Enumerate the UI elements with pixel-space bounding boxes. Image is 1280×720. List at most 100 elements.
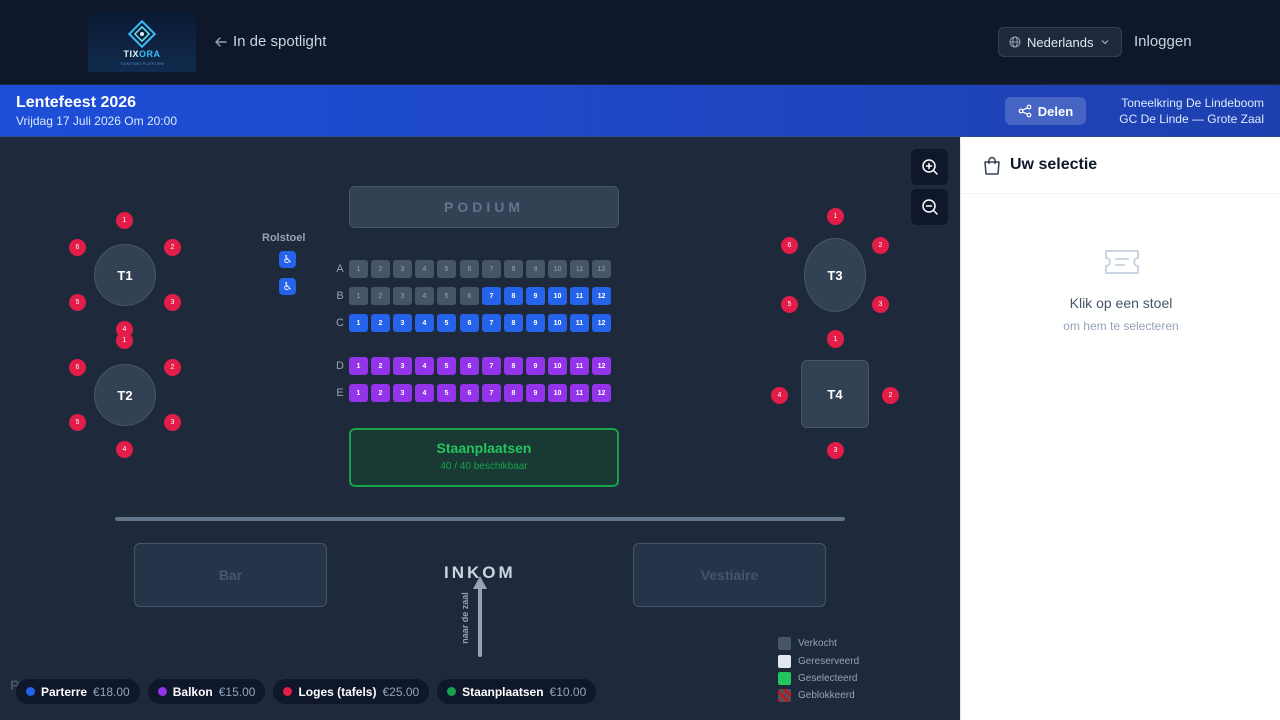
seat[interactable]: 1 xyxy=(349,287,368,305)
seat[interactable]: 11 xyxy=(570,287,589,305)
seat[interactable]: 12 xyxy=(592,384,611,402)
seat[interactable]: 4 xyxy=(415,260,434,278)
table[interactable]: T1 xyxy=(94,244,156,306)
seat[interactable]: 9 xyxy=(526,357,545,375)
zoom-out-button[interactable] xyxy=(911,189,948,225)
seat[interactable]: 3 xyxy=(393,314,412,332)
price-chip[interactable]: Staanplaatsen €10.00 xyxy=(437,679,597,704)
table-seat[interactable]: 1 xyxy=(116,212,133,229)
seat[interactable]: 2 xyxy=(371,357,390,375)
language-label: Nederlands xyxy=(1027,34,1094,50)
seat[interactable]: 11 xyxy=(570,314,589,332)
seat[interactable]: 4 xyxy=(415,384,434,402)
seat[interactable]: 2 xyxy=(371,287,390,305)
table-seat[interactable]: 3 xyxy=(164,414,181,431)
seat[interactable]: 8 xyxy=(504,384,523,402)
seat[interactable]: 3 xyxy=(393,287,412,305)
seat[interactable]: 5 xyxy=(437,260,456,278)
seat[interactable]: 5 xyxy=(437,357,456,375)
table[interactable]: T2 xyxy=(94,364,156,426)
seat[interactable]: 10 xyxy=(548,384,567,402)
seat[interactable]: 2 xyxy=(371,314,390,332)
table-seat[interactable]: 2 xyxy=(164,359,181,376)
tixora-logo[interactable]: TIXORA TICKETING PLATFORM xyxy=(88,12,196,72)
seat[interactable]: 7 xyxy=(482,384,501,402)
seat[interactable]: 4 xyxy=(415,314,434,332)
seat[interactable]: 2 xyxy=(371,384,390,402)
table-seat[interactable]: 2 xyxy=(164,239,181,256)
seat[interactable]: 5 xyxy=(437,314,456,332)
seat[interactable]: 5 xyxy=(437,384,456,402)
seat[interactable]: 7 xyxy=(482,357,501,375)
seat[interactable]: 7 xyxy=(482,287,501,305)
table-seat[interactable]: 3 xyxy=(164,294,181,311)
seat[interactable]: 4 xyxy=(415,287,434,305)
seat[interactable]: 6 xyxy=(460,357,479,375)
seat[interactable]: 2 xyxy=(371,260,390,278)
login-link[interactable]: Inloggen xyxy=(1134,33,1192,50)
table-seat[interactable]: 5 xyxy=(781,296,798,313)
seat[interactable]: 3 xyxy=(393,260,412,278)
seat[interactable]: 8 xyxy=(504,314,523,332)
seat[interactable]: 12 xyxy=(592,314,611,332)
seat[interactable]: 1 xyxy=(349,357,368,375)
table-seat[interactable]: 4 xyxy=(771,387,788,404)
seat[interactable]: 8 xyxy=(504,287,523,305)
seat[interactable]: 11 xyxy=(570,357,589,375)
seat[interactable]: 5 xyxy=(437,287,456,305)
seat[interactable]: 1 xyxy=(349,384,368,402)
seat[interactable]: 12 xyxy=(592,287,611,305)
seat[interactable]: 9 xyxy=(526,384,545,402)
seat[interactable]: 10 xyxy=(548,314,567,332)
seat[interactable]: 3 xyxy=(393,357,412,375)
seat[interactable]: 12 xyxy=(592,260,611,278)
zoom-in-button[interactable] xyxy=(911,149,948,185)
table-seat[interactable]: 5 xyxy=(69,414,86,431)
seat[interactable]: 6 xyxy=(460,314,479,332)
table-seat[interactable]: 1 xyxy=(827,331,844,348)
seat[interactable]: 10 xyxy=(548,287,567,305)
price-chip[interactable]: Loges (tafels) €25.00 xyxy=(273,679,430,704)
seat[interactable]: 11 xyxy=(570,260,589,278)
table-seat[interactable]: 6 xyxy=(781,237,798,254)
seat[interactable]: 8 xyxy=(504,357,523,375)
seat[interactable]: 9 xyxy=(526,287,545,305)
table-seat[interactable]: 4 xyxy=(116,441,133,458)
table[interactable]: T4 xyxy=(801,360,869,428)
price-chip[interactable]: Balkon €15.00 xyxy=(147,679,266,704)
table[interactable]: T3 xyxy=(804,238,866,312)
seat[interactable]: 6 xyxy=(460,260,479,278)
seat[interactable]: 9 xyxy=(526,314,545,332)
language-select[interactable]: Nederlands xyxy=(998,27,1122,57)
table-seat[interactable]: 5 xyxy=(69,294,86,311)
table-seat[interactable]: 6 xyxy=(69,239,86,256)
table-seat[interactable]: 2 xyxy=(882,387,899,404)
seat[interactable]: 6 xyxy=(460,287,479,305)
seat[interactable]: 7 xyxy=(482,260,501,278)
seat[interactable]: 1 xyxy=(349,260,368,278)
table-seat[interactable]: 1 xyxy=(116,332,133,349)
seat[interactable]: 7 xyxy=(482,314,501,332)
table-seat[interactable]: 2 xyxy=(872,237,889,254)
table-seat[interactable]: 1 xyxy=(827,208,844,225)
price-chip[interactable]: Parterre €18.00 xyxy=(16,679,140,704)
seat[interactable]: 10 xyxy=(548,357,567,375)
share-button[interactable]: Delen xyxy=(1005,97,1086,125)
seat[interactable]: 10 xyxy=(548,260,567,278)
table-seat[interactable]: 6 xyxy=(69,359,86,376)
wheelchair-seat[interactable]: ♿ xyxy=(279,251,296,268)
seat-map[interactable]: PODIUM Rolstoel ♿ ♿ A 1 2 3 4 5 6 7 8 9 10 11 12 B 1 2 3… xyxy=(0,137,960,720)
standing-area[interactable]: Staanplaatsen 40 / 40 beschikbaar xyxy=(349,428,619,487)
seat[interactable]: 1 xyxy=(349,314,368,332)
seat[interactable]: 3 xyxy=(393,384,412,402)
seat[interactable]: 6 xyxy=(460,384,479,402)
back-link[interactable]: In de spotlight xyxy=(214,33,326,50)
seat[interactable]: 4 xyxy=(415,357,434,375)
seat[interactable]: 9 xyxy=(526,260,545,278)
seat[interactable]: 12 xyxy=(592,357,611,375)
table-seat[interactable]: 3 xyxy=(827,442,844,459)
seat[interactable]: 8 xyxy=(504,260,523,278)
seat[interactable]: 11 xyxy=(570,384,589,402)
wheelchair-seat[interactable]: ♿ xyxy=(279,278,296,295)
table-seat[interactable]: 3 xyxy=(872,296,889,313)
